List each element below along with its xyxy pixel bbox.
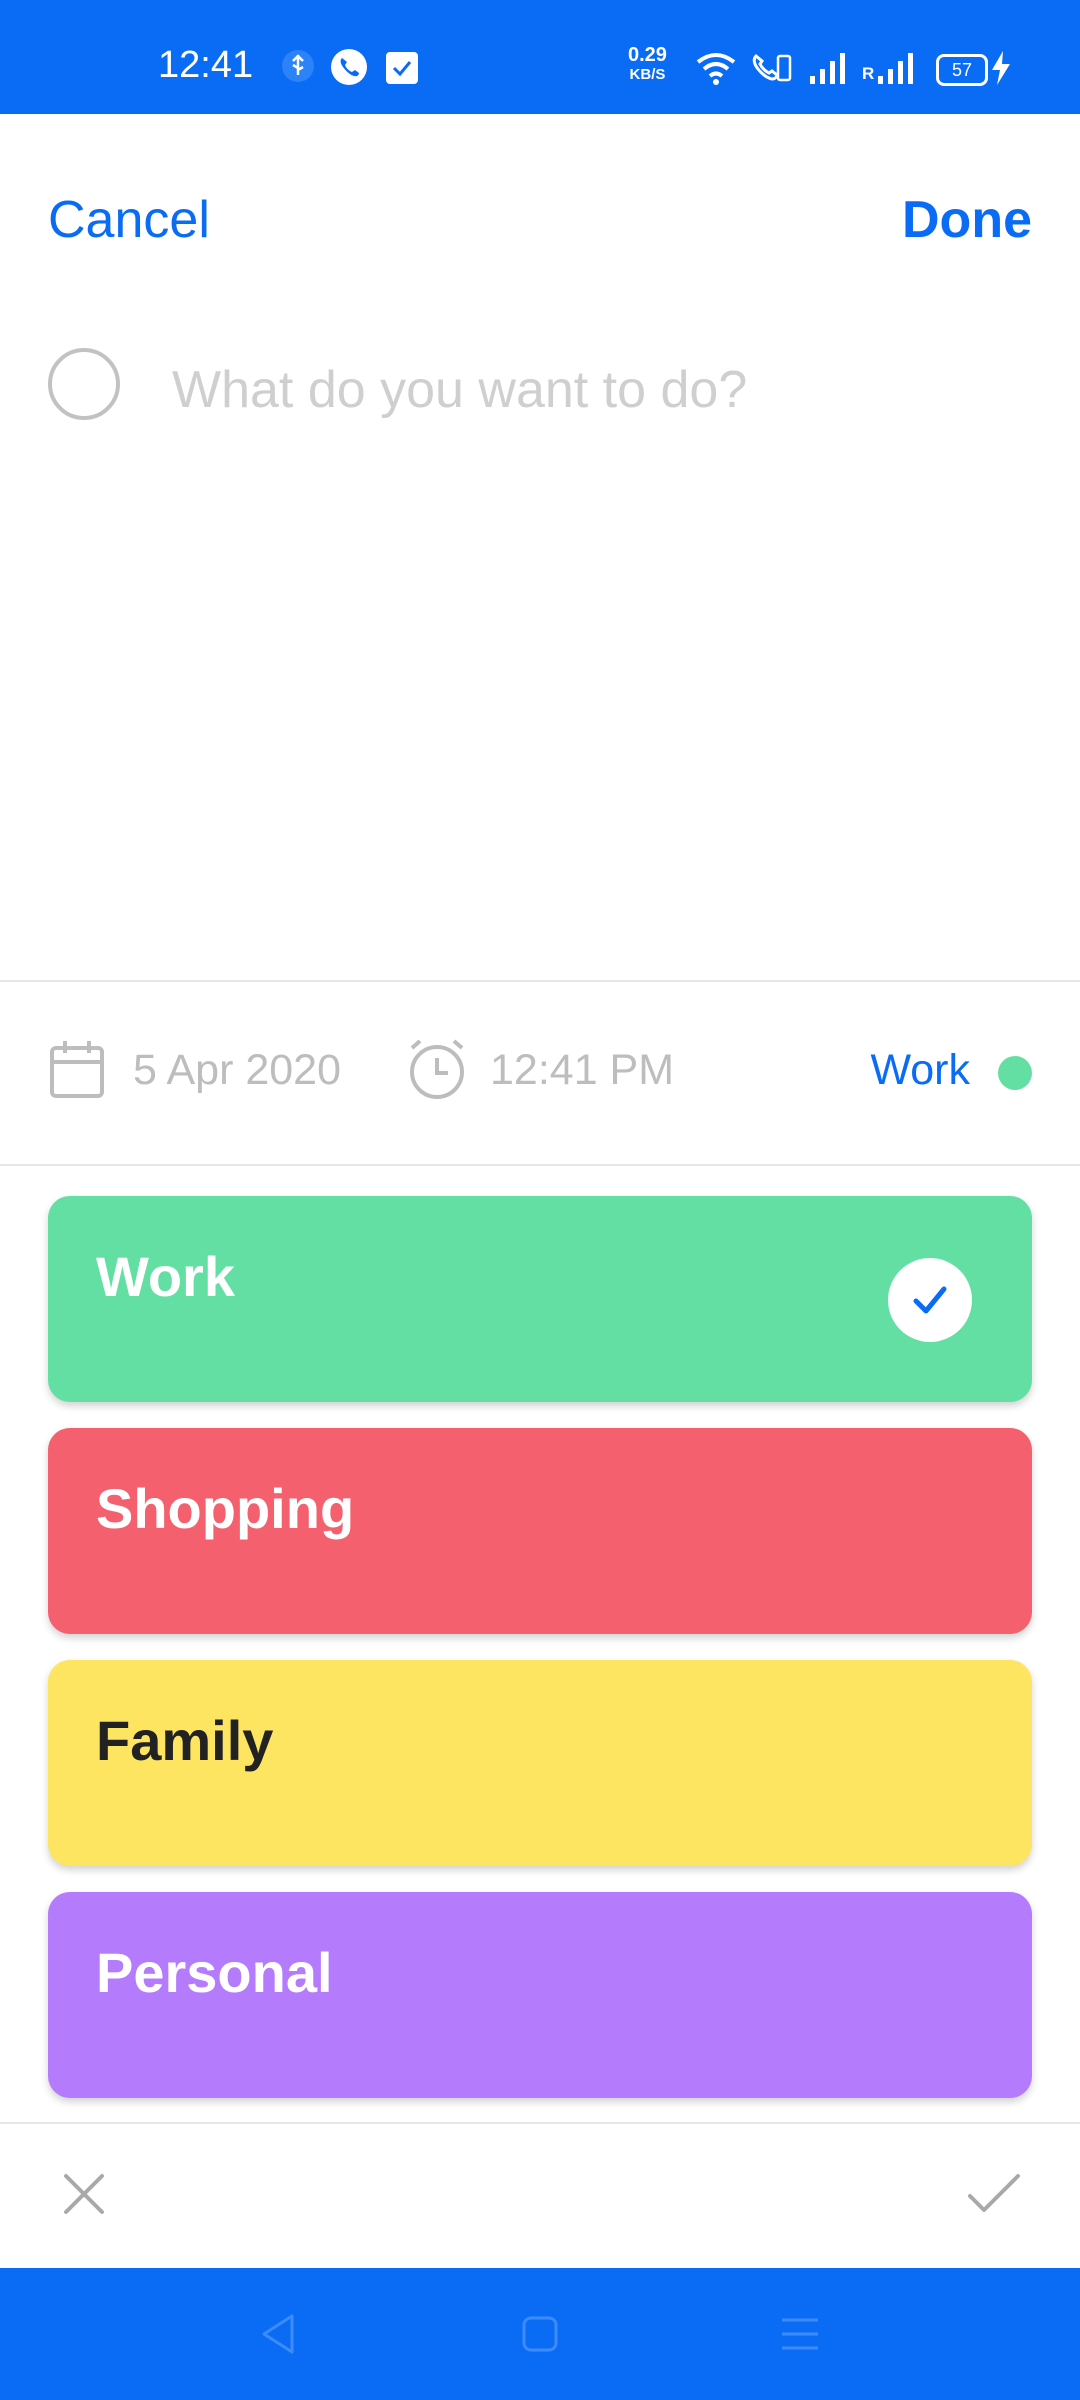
- signal-icon: [810, 53, 845, 84]
- category-name: Shopping: [96, 1477, 355, 1540]
- status-time: 12:41: [158, 44, 254, 86]
- time-value: 12:41 PM: [490, 1046, 675, 1094]
- alarm-clock-icon: [410, 1039, 464, 1099]
- category-card-work[interactable]: Work: [48, 1196, 1032, 1402]
- category-name: Work: [96, 1245, 235, 1308]
- category-list: Work Shopping Family Personal: [48, 1196, 1032, 2124]
- network-speed: 0.29 KB/S: [628, 44, 667, 84]
- battery-icon: 57: [936, 54, 988, 86]
- signal-roaming-icon: [878, 53, 913, 84]
- menu-icon[interactable]: [780, 2316, 820, 2352]
- close-icon[interactable]: [60, 2170, 108, 2218]
- category-card-shopping[interactable]: Shopping: [48, 1428, 1032, 1634]
- date-value: 5 Apr 2020: [133, 1046, 342, 1094]
- usb-icon: [282, 50, 314, 82]
- volte-call-icon: [752, 53, 792, 82]
- status-bar: 12:41 0.29 KB/S R 57: [0, 0, 1080, 114]
- wifi-icon: [696, 53, 736, 85]
- done-button[interactable]: Done: [902, 190, 1032, 250]
- task-complete-checkbox[interactable]: [48, 348, 120, 420]
- system-nav-bar: [0, 2268, 1080, 2400]
- category-name: Personal: [96, 1941, 333, 2004]
- calendar-icon: [50, 1041, 104, 1098]
- back-icon[interactable]: [258, 2312, 298, 2356]
- charging-icon: [992, 51, 1010, 85]
- speed-unit: KB/S: [629, 66, 666, 83]
- selected-category-label: Work: [870, 1046, 970, 1094]
- confirm-check-icon[interactable]: [966, 2170, 1022, 2218]
- category-name: Family: [96, 1709, 274, 1772]
- category-color-dot: [998, 1056, 1032, 1090]
- category-card-family[interactable]: Family: [48, 1660, 1032, 1866]
- check-notification-icon: [386, 52, 418, 84]
- roaming-indicator: R: [862, 64, 875, 83]
- bottom-action-bar: [0, 2124, 1080, 2268]
- task-input[interactable]: [172, 350, 1032, 430]
- task-meta-row: 5 Apr 2020 12:41 PM Work: [0, 982, 1080, 1164]
- phone-icon: [331, 49, 367, 85]
- category-card-personal[interactable]: Personal: [48, 1892, 1032, 2098]
- cancel-button[interactable]: Cancel: [48, 190, 210, 250]
- home-icon[interactable]: [520, 2314, 560, 2354]
- selected-check-icon: [888, 1258, 972, 1342]
- speed-value: 0.29: [628, 44, 667, 66]
- divider-bottom: [0, 1164, 1080, 1166]
